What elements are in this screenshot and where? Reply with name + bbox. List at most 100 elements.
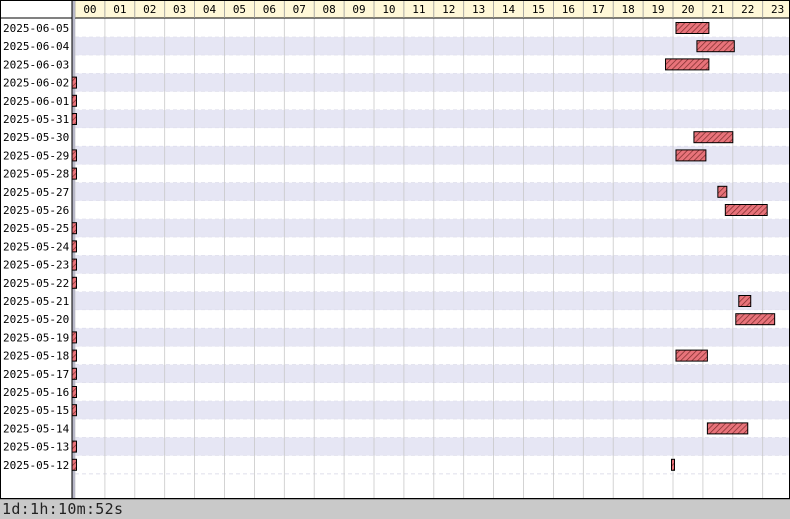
date-label: 2025-05-20 (3, 313, 69, 326)
date-label: 2025-05-30 (3, 131, 69, 144)
activity-bar (71, 149, 77, 162)
row-stripe (75, 419, 790, 438)
row-stripe (75, 310, 790, 329)
date-label: 2025-05-13 (3, 441, 69, 454)
hour-tick-label: 09 (352, 3, 365, 16)
row-stripe (75, 91, 790, 110)
activity-bar (735, 313, 776, 326)
date-label: 2025-05-14 (3, 422, 70, 435)
activity-bar (696, 40, 735, 53)
activity-bar (675, 22, 710, 34)
row-stripe (75, 455, 790, 474)
hour-tick-label: 12 (442, 3, 455, 16)
hour-tick-label: 15 (532, 3, 545, 16)
row-stripe (75, 182, 790, 201)
elapsed-time-status: 1d:1h:10m:52s (0, 499, 790, 519)
row-stripe (75, 109, 790, 129)
date-label: 2025-05-12 (3, 459, 69, 472)
activity-bar (724, 204, 768, 216)
activity-bar (71, 258, 77, 271)
hour-tick-label: 21 (711, 3, 724, 16)
date-label: 2025-05-27 (3, 186, 69, 199)
activity-bar (71, 404, 77, 417)
hour-tick-label: 20 (681, 3, 694, 16)
activity-bar (71, 367, 77, 380)
date-label: 2025-05-26 (3, 204, 69, 217)
row-stripe (75, 200, 790, 220)
hour-tick-label: 02 (143, 3, 156, 16)
activity-bar (71, 222, 77, 235)
activity-bar (671, 458, 676, 471)
row-stripe (75, 437, 790, 456)
row-stripe (75, 291, 790, 311)
row-stripe (75, 273, 790, 292)
date-label: 2025-05-28 (3, 168, 69, 181)
activity-bar (693, 131, 734, 144)
row-stripe (75, 73, 790, 92)
date-label: 2025-06-01 (3, 95, 69, 108)
activity-bar (71, 331, 77, 344)
gantt-chart-window: 00 01 02 03 04 05 06 07 08 09 10 11 12 13 14 15 16 17 18 19… (0, 0, 790, 519)
hour-tick-label: 04 (203, 3, 217, 16)
date-label: 2025-05-31 (3, 113, 69, 126)
row-stripe (75, 382, 790, 402)
date-label: 2025-05-18 (3, 350, 69, 363)
activity-bar (71, 276, 77, 289)
date-label: 2025-05-17 (3, 368, 69, 381)
hour-tick-label: 01 (113, 3, 126, 16)
row-stripe (75, 164, 790, 183)
hour-tick-label: 23 (771, 3, 784, 16)
activity-bar (71, 440, 77, 453)
row-stripe (75, 401, 790, 420)
activity-bar (71, 94, 77, 107)
row-stripe (75, 255, 790, 274)
row-stripe (75, 364, 790, 383)
activity-bar (71, 349, 77, 362)
row-stripe (75, 328, 790, 347)
hour-tick-label: 16 (562, 3, 575, 16)
activity-bar (665, 58, 710, 71)
hour-tick-label: 18 (622, 3, 635, 16)
hour-tick-label: 03 (173, 3, 186, 16)
date-label: 2025-05-21 (3, 295, 69, 308)
hour-tick-label: 05 (233, 3, 246, 16)
hour-tick-label: 08 (323, 3, 336, 16)
date-label: 2025-05-16 (3, 386, 69, 399)
hour-tick-label: 06 (263, 3, 276, 16)
row-stripe (75, 37, 790, 56)
hour-tick-label: 19 (651, 3, 664, 16)
hour-tick-label: 00 (83, 3, 96, 16)
hour-tick-label: 11 (412, 3, 425, 16)
activity-bar (71, 458, 77, 471)
activity-bar (738, 295, 752, 307)
activity-bar (71, 113, 77, 125)
date-label: 2025-06-05 (3, 22, 69, 35)
activity-bar (71, 167, 77, 180)
date-label: 2025-06-03 (3, 58, 69, 71)
row-stripe (75, 219, 790, 238)
hour-tick-label: 10 (382, 3, 395, 16)
hour-tick-label: 13 (472, 3, 485, 16)
date-label: 2025-05-22 (3, 277, 69, 290)
row-stripe (75, 128, 790, 147)
date-label: 2025-05-23 (3, 259, 69, 272)
activity-bar (717, 185, 728, 198)
activity-bar (71, 240, 77, 253)
activity-bar (706, 422, 749, 435)
date-label: 2025-05-25 (3, 222, 69, 235)
gantt-chart: 00 01 02 03 04 05 06 07 08 09 10 11 12 13 14 15 16 17 18 19… (0, 0, 790, 499)
hour-tick-label: 14 (502, 3, 516, 16)
activity-bar (71, 386, 77, 398)
date-label: 2025-05-15 (3, 404, 69, 417)
hour-tick-label: 07 (293, 3, 306, 16)
activity-bar (71, 76, 77, 89)
activity-bar (675, 349, 708, 362)
date-label: 2025-06-02 (3, 77, 69, 90)
date-label: 2025-05-29 (3, 149, 69, 162)
hour-tick-label: 17 (592, 3, 605, 16)
date-label: 2025-05-19 (3, 331, 69, 344)
row-stripe (75, 237, 790, 256)
activity-bar (675, 149, 707, 162)
date-label: 2025-06-04 (3, 40, 70, 53)
hour-tick-label: 22 (741, 3, 754, 16)
